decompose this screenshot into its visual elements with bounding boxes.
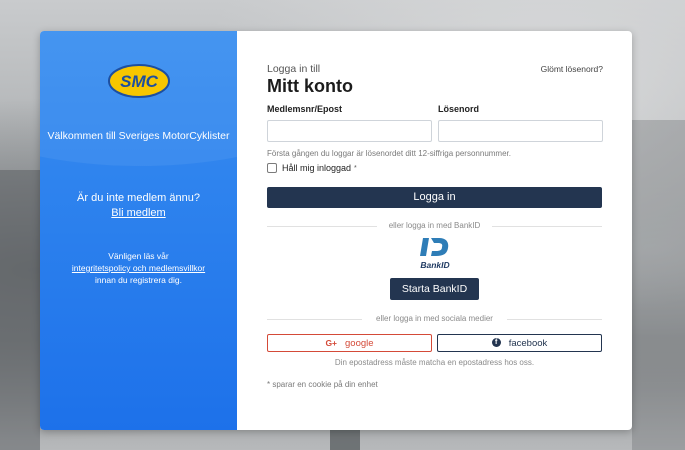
email-note: Din epostadress måste matcha en epostadr… (334, 358, 535, 367)
facebook-button-label: facebook (508, 338, 548, 349)
social-divider: eller logga in med sociala medier (267, 314, 602, 324)
member-label: Medlemsnr/Epost (267, 104, 343, 114)
page-title: Mitt konto (267, 76, 353, 96)
password-input[interactable] (438, 120, 603, 142)
welcome-panel: SMC Välkommen till Sveriges MotorCyklist… (40, 31, 237, 430)
bankid-logo: BankID (420, 238, 450, 270)
login-card: SMC Välkommen till Sveriges MotorCyklist… (40, 31, 632, 430)
remember-asterisk: * (354, 164, 357, 172)
remember-me[interactable]: Håll mig inloggad * (267, 163, 357, 173)
policy-suffix: innan du registrera dig. (95, 275, 182, 285)
bankid-logo-text: BankID (420, 260, 449, 270)
start-bankid-button[interactable]: Starta BankID (390, 278, 479, 300)
social-divider-text: eller logga in med sociala medier (376, 314, 493, 323)
policy-link[interactable]: integritetspolicy och medlemsvillkor (40, 262, 237, 274)
google-login-button[interactable]: G+ google (267, 334, 432, 352)
member-input[interactable] (267, 120, 432, 142)
google-plus-icon: G+ (325, 338, 338, 348)
policy-notice: Vänligen läs vår integritetspolicy och m… (40, 250, 237, 286)
google-button-label: google (345, 338, 374, 349)
password-hint: Första gången du loggar är lösenordet di… (267, 149, 511, 158)
join-link[interactable]: Bli medlem (111, 207, 165, 219)
smc-logo: SMC (108, 64, 170, 98)
forgot-password-link[interactable]: Glömt lösenord? (541, 64, 603, 74)
bankid-divider: eller logga in med BankID (267, 221, 602, 231)
login-button[interactable]: Logga in (267, 187, 602, 208)
bankid-divider-text: eller logga in med BankID (388, 221, 481, 230)
smc-logo-text: SMC (120, 72, 159, 91)
login-form: Logga in till Mitt konto Glömt lösenord?… (237, 31, 632, 430)
remember-label: Håll mig inloggad (282, 163, 352, 173)
password-label: Lösenord (438, 104, 480, 114)
not-member-text: Är du inte medlem ännu? (77, 192, 200, 204)
remember-checkbox[interactable] (267, 163, 277, 173)
form-subtitle: Logga in till (267, 63, 321, 75)
cookie-note: * sparar en cookie på din enhet (267, 380, 378, 389)
welcome-text: Välkommen till Sveriges MotorCyklister (47, 130, 230, 142)
facebook-icon: f (491, 337, 501, 347)
policy-prefix: Vänligen läs vår (108, 251, 169, 261)
facebook-login-button[interactable]: f facebook (437, 334, 602, 352)
